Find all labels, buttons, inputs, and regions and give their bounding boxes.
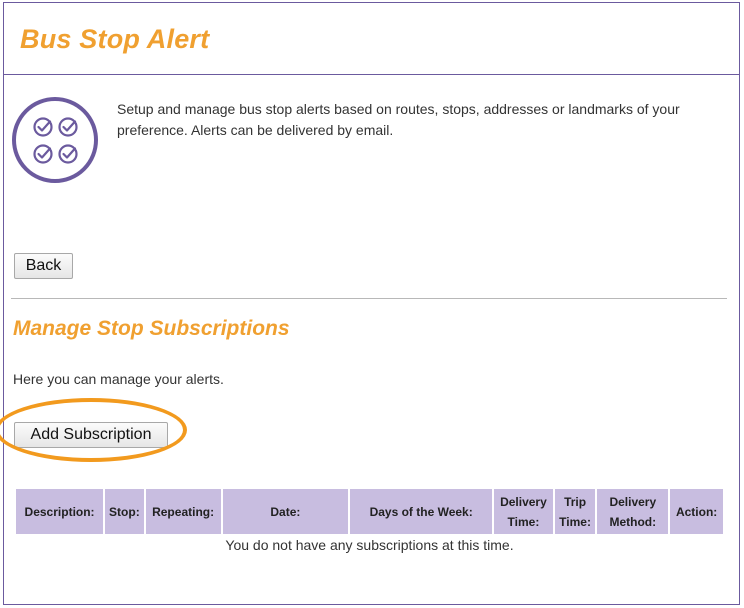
column-header-trip-time: Trip Time: (554, 489, 596, 534)
section-description: Here you can manage your alerts. (13, 371, 224, 387)
header-bar: Bus Stop Alert (4, 3, 739, 75)
column-header-days-of-week: Days of the Week: (350, 489, 493, 534)
section-title: Manage Stop Subscriptions (13, 317, 290, 340)
column-header-description: Description: (16, 489, 104, 534)
back-button[interactable]: Back (14, 253, 73, 279)
intro-text: Setup and manage bus stop alerts based o… (117, 101, 680, 138)
column-header-delivery-time: Delivery Time: (494, 489, 553, 534)
highlight-annotation-ring (0, 398, 187, 462)
checklist-badge-icon (12, 97, 98, 183)
column-header-date: Date: (222, 489, 349, 534)
subscriptions-table: Description: Stop: Repeating: Date: Days… (14, 487, 725, 556)
column-header-stop: Stop: (105, 489, 144, 534)
table-row: You do not have any subscriptions at thi… (16, 536, 723, 554)
section-divider (11, 298, 727, 299)
table-header-row: Description: Stop: Repeating: Date: Days… (16, 489, 723, 534)
column-header-delivery-method: Delivery Method: (597, 489, 669, 534)
column-header-action: Action: (670, 489, 723, 534)
empty-table-message: You do not have any subscriptions at thi… (225, 537, 514, 553)
column-header-repeating: Repeating: (145, 489, 221, 534)
page-title: Bus Stop Alert (20, 24, 210, 54)
